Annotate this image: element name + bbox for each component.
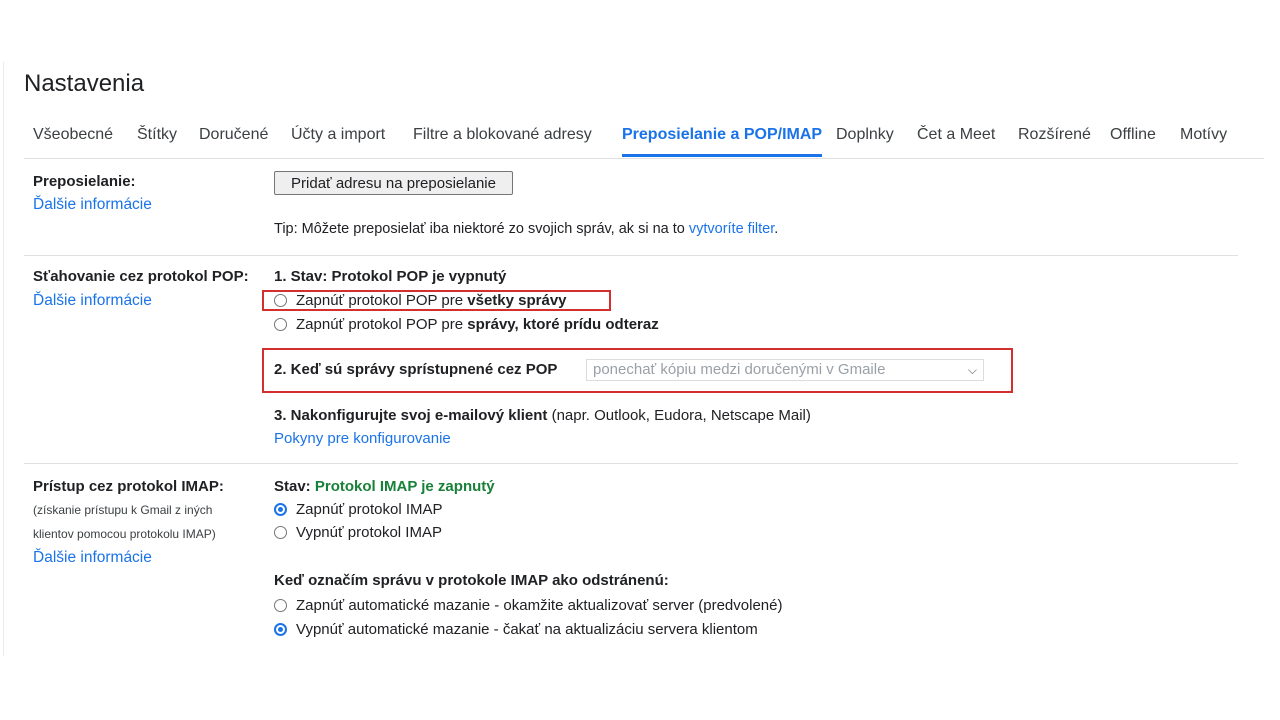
imap-disable-label: Vypnúť protokol IMAP xyxy=(296,523,442,541)
forwarding-learn-more-link[interactable]: Ďalšie informácie xyxy=(33,196,152,214)
section-divider xyxy=(24,463,1238,464)
tab-doplnky[interactable]: Doplnky xyxy=(836,114,894,157)
pop-new-messages-label: Zapnúť protokol POP pre správy, ktoré pr… xyxy=(296,316,659,333)
section-divider xyxy=(24,255,1238,256)
tab-vseobecne[interactable]: Všeobecné xyxy=(33,114,113,157)
tab-ucty-import[interactable]: Účty a import xyxy=(291,114,385,157)
pop-configure-rest: (napr. Outlook, Eudora, Netscape Mail) xyxy=(547,407,811,424)
imap-subtitle-line2: klientov pomocou protokolu IMAP) xyxy=(33,527,216,541)
radio-checked-icon[interactable] xyxy=(274,622,287,636)
imap-title: Prístup cez protokol IMAP: xyxy=(33,478,224,495)
pop-now-bold: správy, ktoré prídu odteraz xyxy=(467,315,659,333)
pop-status: 1. Stav: Protokol POP je vypnutý xyxy=(274,268,507,285)
radio-unchecked-icon[interactable] xyxy=(274,598,287,612)
pop-configure-bold: 3. Nakonfigurujte svoj e-mailový klient xyxy=(274,407,548,424)
highlight-box-pop-all xyxy=(262,290,611,311)
forwarding-title: Preposielanie: xyxy=(33,173,136,190)
tab-offline[interactable]: Offline xyxy=(1110,114,1156,157)
pop-new-messages-option[interactable]: Zapnúť protokol POP pre správy, ktoré pr… xyxy=(274,313,659,335)
tab-dorucene[interactable]: Doručené xyxy=(199,114,268,157)
radio-checked-icon[interactable] xyxy=(274,502,287,516)
imap-status-value: Protokol IMAP je zapnutý xyxy=(314,478,495,495)
imap-subtitle-line1: (získanie prístupu k Gmail z iných xyxy=(33,503,213,517)
tab-preposielanie-pop-imap[interactable]: Preposielanie a POP/IMAP xyxy=(622,114,823,157)
add-forwarding-address-button[interactable]: Pridať adresu na preposielanie xyxy=(274,171,513,195)
forwarding-tip-end: . xyxy=(774,221,779,237)
tab-cet-meet[interactable]: Čet a Meet xyxy=(917,114,995,157)
imap-enable-option[interactable]: Zapnúť protokol IMAP xyxy=(274,498,443,520)
radio-unchecked-icon[interactable] xyxy=(274,317,287,331)
content-left-edge xyxy=(3,62,4,656)
radio-unchecked-icon[interactable] xyxy=(274,525,287,539)
auto-expunge-off-option[interactable]: Vypnúť automatické mazanie - čakať na ak… xyxy=(274,618,758,640)
tab-stitky[interactable]: Štítky xyxy=(137,114,177,157)
tab-rozsirene[interactable]: Rozšírené xyxy=(1018,114,1091,157)
pop-title: Sťahovanie cez protokol POP: xyxy=(33,268,249,285)
highlight-box-pop-action xyxy=(262,348,1013,393)
imap-delete-heading: Keď označím správu v protokole IMAP ako … xyxy=(274,572,669,589)
imap-disable-option[interactable]: Vypnúť protokol IMAP xyxy=(274,521,442,543)
forwarding-tip: Tip: Môžete preposielať iba niektoré zo … xyxy=(274,221,778,237)
pop-configure: 3. Nakonfigurujte svoj e-mailový klient … xyxy=(274,407,811,424)
configuration-instructions-link[interactable]: Pokyny pre konfigurovanie xyxy=(274,430,451,447)
pop-now-prefix: Zapnúť protokol POP pre xyxy=(296,315,468,333)
settings-tabs: Všeobecné Štítky Doručené Účty a import … xyxy=(24,114,1264,159)
page-title: Nastavenia xyxy=(24,70,145,97)
pop-learn-more-link[interactable]: Ďalšie informácie xyxy=(33,292,152,310)
create-filter-link[interactable]: vytvoríte filter xyxy=(689,221,774,237)
imap-enable-label: Zapnúť protokol IMAP xyxy=(296,500,443,518)
forwarding-tip-text: Tip: Môžete preposielať iba niektoré zo … xyxy=(274,221,689,237)
auto-expunge-on-label: Zapnúť automatické mazanie - okamžite ak… xyxy=(296,596,783,614)
auto-expunge-off-label: Vypnúť automatické mazanie - čakať na ak… xyxy=(296,620,758,638)
tab-motivy[interactable]: Motívy xyxy=(1180,114,1227,157)
auto-expunge-on-option[interactable]: Zapnúť automatické mazanie - okamžite ak… xyxy=(274,594,782,616)
imap-status-label: Stav: xyxy=(274,478,315,495)
imap-learn-more-link[interactable]: Ďalšie informácie xyxy=(33,549,152,567)
imap-status: Stav: Protokol IMAP je zapnutý xyxy=(274,478,495,495)
tab-filtre[interactable]: Filtre a blokované adresy xyxy=(413,114,592,157)
